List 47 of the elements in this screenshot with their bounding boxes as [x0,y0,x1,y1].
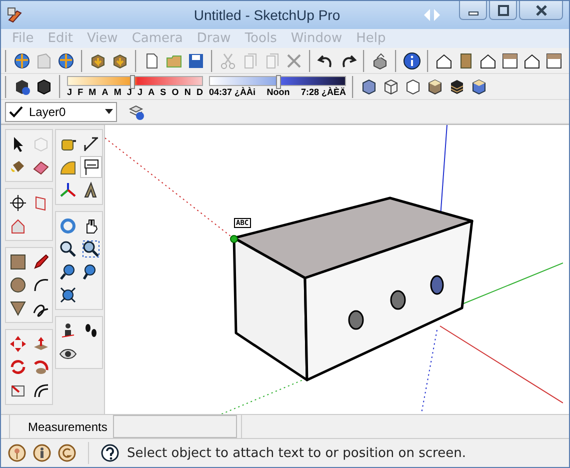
slider-thumb[interactable] [130,74,136,88]
window-title: Untitled - SketchUp Pro [192,7,342,23]
magnifier-icon[interactable] [80,238,102,260]
g-icon[interactable] [57,443,77,463]
month-label: D [196,86,203,98]
minimize-icon [468,11,478,15]
time-label: Noon [266,86,290,98]
person-icon[interactable] [32,443,52,463]
help-icon[interactable] [100,443,120,463]
maximize-icon [498,4,508,16]
layer-dropdown[interactable]: Layer0 [5,102,117,122]
month-label: O [172,86,179,98]
time-label: 04:37 ¿ÀÀi [209,86,256,98]
text-label-icon[interactable] [80,156,102,178]
caret-icon [105,109,113,114]
month-label: S [160,86,166,98]
maximize-button[interactable] [489,1,517,20]
close-button[interactable] [519,1,563,20]
time-label: 7:28 ¿ÀÈÄ [300,86,346,98]
month-label: M [88,86,96,98]
measurements-field[interactable] [113,415,238,438]
info-icon[interactable] [401,50,423,72]
menu-item[interactable]: Draw [190,31,238,46]
menu-item[interactable]: View [80,31,125,46]
month-label: A [102,86,108,98]
close-icon [535,4,547,16]
month-label: J [67,86,72,98]
layer-name: Layer0 [29,104,67,118]
crosshair-icon[interactable] [7,192,29,214]
month-label: A [148,86,155,98]
month-label: M [114,86,122,98]
pin-icon[interactable] [7,443,27,463]
point-marker [230,235,238,243]
month-label: F [78,86,84,98]
menu-item[interactable]: Window [284,31,350,46]
month-label: J [138,86,143,98]
minimize-button[interactable] [459,1,487,20]
month-label: N [184,86,191,98]
month-label: J [126,86,132,98]
menu-item[interactable]: File [5,31,41,46]
menu-item[interactable]: Help [349,31,393,46]
menu-item[interactable]: Edit [40,31,80,46]
menu-item[interactable]: Tools [238,31,284,46]
slider-thumb[interactable] [276,74,280,88]
menu-item[interactable]: Camera [124,31,190,46]
status-message: Select object to attach text to or position on screen. [127,446,466,460]
checkmark-icon [9,106,23,118]
